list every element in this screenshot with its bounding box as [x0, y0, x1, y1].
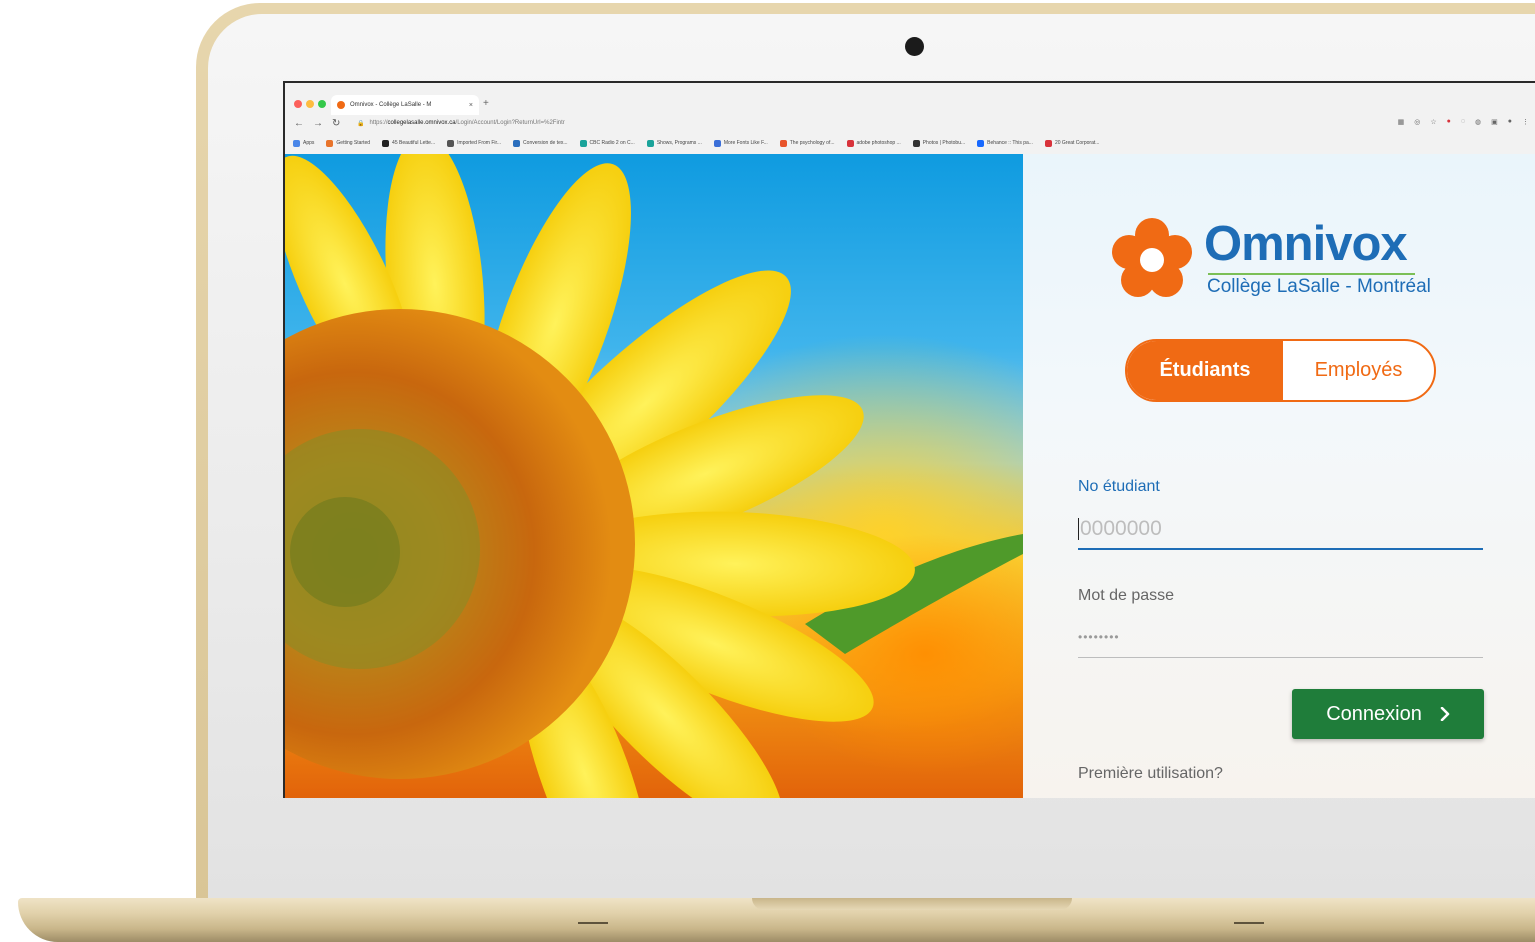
tab-close-icon[interactable]: ×: [469, 102, 473, 109]
extension-icon[interactable]: ▣: [1491, 118, 1498, 126]
bookmark-item[interactable]: 45 Beautiful Lette...: [382, 139, 436, 147]
student-number-input[interactable]: 0000000: [1078, 510, 1483, 550]
extension-icon[interactable]: ◍: [1475, 118, 1481, 126]
url-path: /Login/Account/Login?ReturnUrl=%2Fintr: [455, 120, 565, 126]
browser-chrome: Omnivox - Collège LaSalle - M × + ← → ↻ …: [285, 83, 1535, 154]
bookmark-item[interactable]: Apps: [293, 139, 315, 147]
bookmark-label: More Fonts Like F...: [723, 140, 768, 146]
minimize-window-icon[interactable]: [306, 100, 314, 108]
bookmark-label: Photos | Photobu...: [922, 140, 966, 146]
brand-divider: [1208, 273, 1415, 275]
bookmark-item[interactable]: Getting Started: [326, 139, 371, 147]
bookmark-label: Conversion de tex...: [523, 140, 568, 146]
tab-employees[interactable]: Employés: [1283, 341, 1434, 400]
tab-students[interactable]: Étudiants: [1127, 341, 1283, 400]
bookmark-label: Behance :: This pa...: [987, 140, 1033, 146]
back-icon[interactable]: ←: [294, 118, 304, 129]
student-number-label: No étudiant: [1078, 478, 1160, 495]
tab-title: Omnivox - Collège LaSalle - M: [350, 102, 432, 108]
laptop-foot-left: [578, 922, 608, 924]
tab-omnivox[interactable]: Omnivox - Collège LaSalle - M ×: [331, 95, 479, 115]
student-number-placeholder: 0000000: [1080, 517, 1162, 540]
first-use-link[interactable]: Première utilisation?: [1078, 765, 1223, 783]
chevron-right-icon: [1440, 707, 1450, 721]
password-label: Mot de passe: [1078, 587, 1175, 604]
bookmark-item[interactable]: The psychology of...: [779, 139, 835, 147]
bookmark-item[interactable]: Photos | Photobu...: [912, 139, 966, 147]
address-row: ← → ↻ 🔒 https:// collegelasalle.omnivox.…: [285, 113, 1535, 133]
reload-icon[interactable]: ↻: [332, 118, 340, 129]
profile-icon[interactable]: ●: [1508, 118, 1512, 126]
translate-icon[interactable]: ▦: [1398, 118, 1405, 126]
bookmark-favicon-icon: [326, 139, 334, 147]
bookmark-item[interactable]: More Fonts Like F...: [713, 139, 768, 147]
extensions-area: ▦ ◎ ☆ ● ◌ ◍ ▣ ● ⋮: [1398, 118, 1529, 126]
url-host: collegelasalle.omnivox.ca: [387, 120, 456, 126]
extension-icon[interactable]: ◌: [1461, 118, 1465, 126]
bookmark-item[interactable]: Conversion de tex...: [513, 139, 568, 147]
omnivox-flower-logo-icon: [1112, 218, 1192, 297]
bookmark-item[interactable]: 20 Great Corporat...: [1044, 139, 1100, 147]
url-prefix: https://: [369, 120, 388, 126]
close-window-icon[interactable]: [294, 100, 302, 108]
pinterest-icon[interactable]: ●: [1447, 118, 1451, 126]
bookmark-label: 45 Beautiful Lette...: [392, 140, 436, 146]
bookmark-favicon-icon: [912, 139, 920, 147]
bookmark-favicon-icon: [447, 139, 455, 147]
zoom-icon[interactable]: ◎: [1414, 118, 1420, 126]
bookmark-favicon-icon: [646, 139, 654, 147]
login-button-label: Connexion: [1326, 702, 1422, 725]
college-subtitle: Collège LaSalle - Montréal: [1207, 276, 1431, 297]
text-caret: [1078, 518, 1079, 540]
maximize-window-icon[interactable]: [318, 100, 326, 108]
laptop-foot-right: [1234, 922, 1264, 924]
menu-icon[interactable]: ⋮: [1522, 118, 1529, 126]
bookmark-favicon-icon: [513, 139, 521, 147]
tab-bar: Omnivox - Collège LaSalle - M × +: [285, 91, 1535, 115]
bookmark-item[interactable]: CBC Radio 2 on C...: [579, 139, 635, 147]
user-type-toggle: Étudiants Employés: [1125, 339, 1436, 402]
bookmark-label: adobe photoshop ...: [856, 140, 901, 146]
omnivox-favicon-icon: [337, 101, 345, 109]
bookmark-label: Apps: [303, 140, 315, 146]
bookmark-label: Getting Started: [336, 140, 371, 146]
screen: Omnivox - Collège LaSalle - M × + ← → ↻ …: [283, 81, 1535, 798]
bookmark-favicon-icon: [779, 139, 787, 147]
login-panel: Omnivox Collège LaSalle - Montréal Étudi…: [1023, 154, 1535, 798]
brand-name: Omnivox: [1204, 217, 1408, 271]
bookmark-label: CBC Radio 2 on C...: [589, 140, 635, 146]
password-mask: ••••••••: [1078, 629, 1120, 644]
bookmark-favicon-icon: [382, 139, 390, 147]
bookmarks-bar: Apps Getting Started 45 Beautiful Lette...…: [285, 135, 1535, 151]
laptop-mockup: Omnivox - Collège LaSalle - M × + ← → ↻ …: [0, 0, 1535, 942]
bookmark-favicon-icon: [846, 139, 854, 147]
bookmark-favicon-icon: [977, 139, 985, 147]
camera-dot: [905, 37, 924, 56]
bookmark-favicon-icon: [713, 139, 721, 147]
sunflower-illustration: [285, 154, 1023, 798]
login-page: Omnivox Collège LaSalle - Montréal Étudi…: [285, 154, 1535, 798]
bookmark-label: Shows, Programs ...: [656, 140, 702, 146]
bookmark-favicon-icon: [579, 139, 587, 147]
star-icon[interactable]: ☆: [1430, 118, 1436, 126]
new-tab-button[interactable]: +: [483, 98, 489, 109]
bookmark-label: The psychology of...: [789, 140, 835, 146]
bookmark-label: Imported From Fir...: [457, 140, 502, 146]
bookmark-item[interactable]: Shows, Programs ...: [646, 139, 702, 147]
login-button[interactable]: Connexion: [1292, 689, 1484, 739]
address-bar[interactable]: 🔒 https:// collegelasalle.omnivox.ca /Lo…: [357, 117, 565, 129]
bookmark-label: 20 Great Corporat...: [1054, 140, 1100, 146]
bookmark-item[interactable]: Behance :: This pa...: [977, 139, 1033, 147]
lock-icon: 🔒: [357, 120, 365, 127]
laptop-notch: [752, 898, 1072, 910]
bookmark-item[interactable]: adobe photoshop ...: [846, 139, 901, 147]
bookmark-favicon-icon: [1044, 139, 1052, 147]
bookmark-item[interactable]: Imported From Fir...: [447, 139, 502, 147]
sunflower-photo: [285, 154, 1023, 798]
bookmark-favicon-icon: [293, 139, 300, 147]
password-input[interactable]: ••••••••: [1078, 616, 1483, 658]
forward-icon[interactable]: →: [313, 118, 323, 129]
